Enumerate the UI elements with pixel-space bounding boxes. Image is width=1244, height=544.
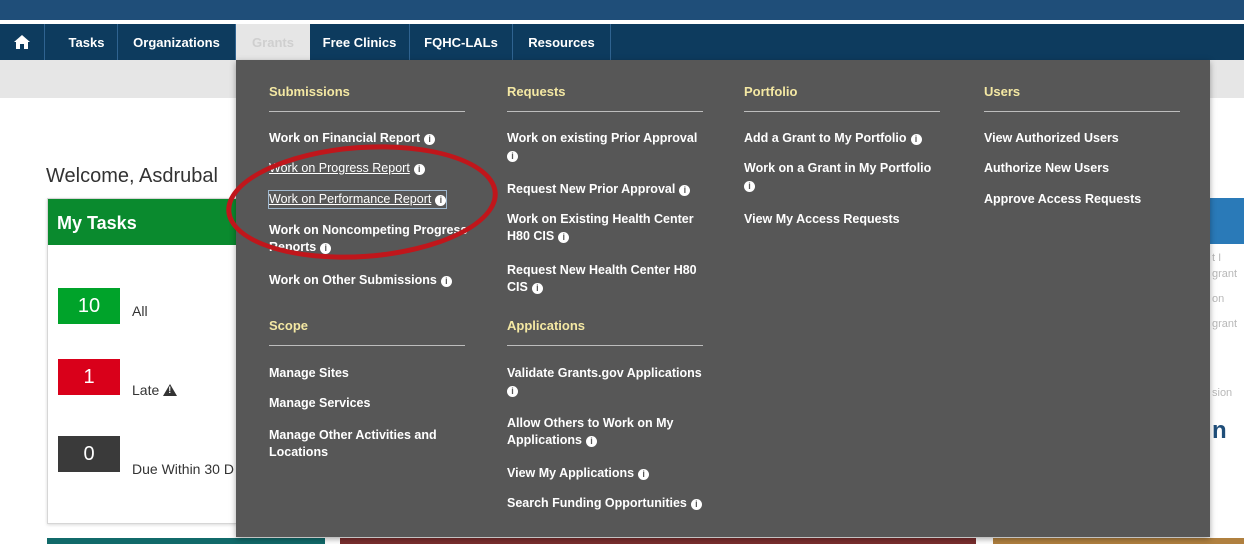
my-tasks-panel: My Tasks 10 All 1 Late 0 Due Within 30 D <box>47 198 237 524</box>
item-label: Validate Grants.gov Applications <box>507 366 702 380</box>
tab-tasks[interactable]: Tasks <box>56 24 118 60</box>
work-on-grant-in-my-portfolio[interactable]: Work on a Grant in My Portfolio i <box>744 160 931 194</box>
item-label: Manage Other Activities and <box>269 428 437 442</box>
right-panel-header <box>1209 198 1244 244</box>
portfolio-divider <box>744 111 940 112</box>
warning-icon <box>163 384 178 396</box>
info-icon[interactable]: i <box>440 276 452 287</box>
tab-organizations[interactable]: Organizations <box>118 24 236 60</box>
work-on-financial-report[interactable]: Work on Financial Report i <box>269 130 436 147</box>
item-label-cont: Applications <box>507 433 583 447</box>
info-icon[interactable]: i <box>744 181 755 192</box>
all-count-badge[interactable]: 10 <box>58 288 120 324</box>
work-on-other-submissions[interactable]: Work on Other Submissions i <box>269 272 452 289</box>
info-icon[interactable]: i <box>586 436 598 447</box>
work-on-existing-health-center-h80-cis[interactable]: Work on Existing Health Center H80 CIS i <box>507 211 694 245</box>
item-label: Allow Others to Work on My <box>507 416 674 430</box>
right-text-fragment: on <box>1212 293 1225 305</box>
item-label-cont: CIS <box>507 280 528 294</box>
item-label: Add a Grant to My Portfolio <box>744 131 907 145</box>
home-icon[interactable] <box>0 24 45 60</box>
submissions-heading: Submissions <box>269 84 350 99</box>
manage-services[interactable]: Manage Services <box>269 395 370 412</box>
manage-sites[interactable]: Manage Sites <box>269 365 349 382</box>
info-icon[interactable]: i <box>507 386 518 397</box>
request-new-health-center-h80-cis[interactable]: Request New Health Center H80 CIS i <box>507 262 697 296</box>
tab-fqhc-lals[interactable]: FQHC-LALs <box>410 24 513 60</box>
tab-free-clinics[interactable]: Free Clinics <box>310 24 410 60</box>
search-funding-opportunities[interactable]: Search Funding Opportunities i <box>507 495 702 512</box>
info-icon[interactable]: i <box>679 185 691 196</box>
my-tasks-title: My Tasks <box>48 199 237 245</box>
late-label-wrap[interactable]: Late <box>132 382 178 398</box>
welcome-text: Welcome, Asdrubal <box>46 165 218 187</box>
due-count-badge[interactable]: 0 <box>58 436 120 472</box>
applications-divider <box>507 345 703 346</box>
late-label: Late <box>132 382 160 398</box>
item-label-cont: Locations <box>269 445 329 459</box>
item-label: View My Applications <box>507 466 635 480</box>
approve-access-requests[interactable]: Approve Access Requests <box>984 191 1141 208</box>
right-text-fragment: sion <box>1212 387 1233 399</box>
info-icon[interactable]: i <box>690 499 702 510</box>
view-my-access-requests[interactable]: View My Access Requests <box>744 211 900 228</box>
tab-resources[interactable]: Resources <box>513 24 611 60</box>
bottom-panel-maroon <box>340 538 976 544</box>
work-on-existing-prior-approval[interactable]: Work on existing Prior Approval i <box>507 130 697 164</box>
item-label: Request New Health Center H80 <box>507 263 697 277</box>
late-count-badge[interactable]: 1 <box>58 359 120 395</box>
tab-grants[interactable]: Grants <box>236 24 310 60</box>
right-heading-fragment: n <box>1212 417 1227 444</box>
all-label[interactable]: All <box>132 303 148 319</box>
info-icon[interactable]: i <box>558 232 570 243</box>
item-label: Work on Financial Report <box>269 131 421 145</box>
scope-divider <box>269 345 465 346</box>
top-banner <box>0 0 1244 20</box>
info-icon[interactable]: i <box>531 283 543 294</box>
manage-other-activities[interactable]: Manage Other Activities and Locations <box>269 427 437 461</box>
right-text-fragment: t I <box>1212 252 1222 264</box>
scope-heading: Scope <box>269 318 309 333</box>
bottom-panel-tan <box>993 538 1244 544</box>
requests-heading: Requests <box>507 84 566 99</box>
bottom-panel-teal <box>47 538 325 544</box>
info-icon[interactable]: i <box>638 469 650 480</box>
info-icon[interactable]: i <box>507 151 518 162</box>
allow-others-to-work-on-my-applications[interactable]: Allow Others to Work on My Applications i <box>507 415 673 449</box>
view-authorized-users[interactable]: View Authorized Users <box>984 130 1119 147</box>
info-icon[interactable]: i <box>424 134 436 145</box>
validate-grants-gov-applications[interactable]: Validate Grants.gov Applications i <box>507 365 702 399</box>
applications-heading: Applications <box>507 318 586 333</box>
right-text-fragment: grant <box>1212 318 1238 330</box>
item-label: Request New Prior Approval <box>507 182 676 196</box>
users-divider <box>984 111 1180 112</box>
item-label: Work on Existing Health Center <box>507 212 694 226</box>
submissions-divider <box>269 111 465 112</box>
view-my-applications[interactable]: View My Applications i <box>507 465 650 482</box>
main-navbar: Tasks Organizations Grants Free Clinics … <box>0 24 1244 60</box>
info-icon[interactable]: i <box>910 134 922 145</box>
item-label-cont: H80 CIS <box>507 229 555 243</box>
item-label: Work on Other Submissions <box>269 273 437 287</box>
due-label[interactable]: Due Within 30 D <box>132 461 234 477</box>
users-heading: Users <box>984 84 1021 99</box>
item-label: Work on existing Prior Approval <box>507 131 698 145</box>
requests-divider <box>507 111 703 112</box>
authorize-new-users[interactable]: Authorize New Users <box>984 160 1109 177</box>
right-text-fragment: grant <box>1212 268 1238 280</box>
add-grant-to-my-portfolio[interactable]: Add a Grant to My Portfolio i <box>744 130 922 147</box>
portfolio-heading: Portfolio <box>744 84 798 99</box>
grants-dropdown-menu: Submissions Work on Financial Report i Wo… <box>236 60 1210 537</box>
item-label: Search Funding Opportunities <box>507 496 687 510</box>
request-new-prior-approval[interactable]: Request New Prior Approval i <box>507 181 691 198</box>
item-label: Work on a Grant in My Portfolio <box>744 161 932 175</box>
